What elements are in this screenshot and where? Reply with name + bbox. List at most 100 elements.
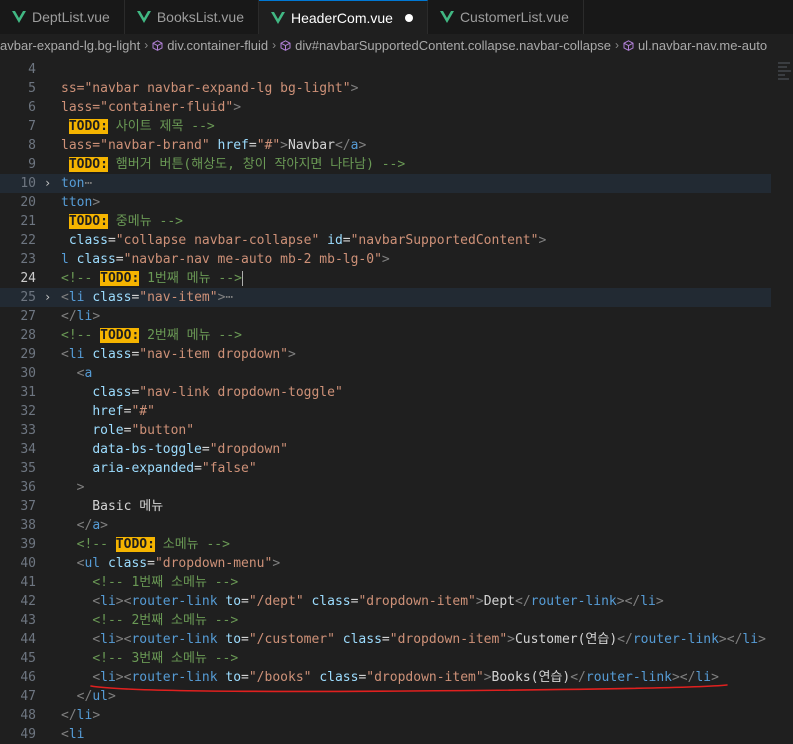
unsaved-dot-icon[interactable] <box>404 13 413 22</box>
line-number: 7 <box>28 119 36 134</box>
code-line[interactable]: 23 l class="navbar-nav me-auto mb-2 mb-lg… <box>0 250 771 269</box>
code-token: < <box>92 594 101 609</box>
code-token: < <box>61 290 69 305</box>
code-line[interactable]: 33 role="button" <box>0 421 771 440</box>
code-line[interactable]: 27 </li> <box>0 307 771 326</box>
code-token: > <box>711 670 719 685</box>
tab-customerlist[interactable]: CustomerList.vue <box>428 0 584 34</box>
code-text: tton> <box>61 193 100 212</box>
code-token: "dropdown-item" <box>389 632 508 647</box>
code-line[interactable]: 40 <ul class="dropdown-menu"> <box>0 554 771 573</box>
code-line[interactable]: 35 aria-expanded="false" <box>0 459 771 478</box>
code-line[interactable]: 36 > <box>0 478 771 497</box>
code-line[interactable]: 30 <a <box>0 364 771 383</box>
code-token: > <box>92 708 101 723</box>
code-line[interactable]: 37 Basic 메뉴 <box>0 497 771 516</box>
code-line[interactable]: 5 ss="navbar navbar-expand-lg bg-light"> <box>0 79 771 98</box>
code-token: li <box>76 309 93 324</box>
code-token: <!-- 1번째 소메뉴 --> <box>92 575 239 590</box>
line-number: 48 <box>20 708 36 723</box>
code-line[interactable]: 46 <li><router-link to="/books" class="d… <box>0 668 771 687</box>
code-line[interactable]: 42 <li><router-link to="/dept" class="dr… <box>0 592 771 611</box>
code-token: lass="container-fluid" <box>61 100 234 115</box>
tab-headercom[interactable]: HeaderCom.vue <box>259 0 428 34</box>
code-token: > <box>507 632 515 647</box>
breadcrumb-item[interactable]: div.container-fluid <box>152 38 268 53</box>
code-token: > <box>92 195 101 210</box>
code-line[interactable]: 34 data-bs-toggle="dropdown" <box>0 440 771 459</box>
code-line[interactable]: 10 › ton⋯ <box>0 174 771 193</box>
code-line[interactable]: 6 lass="container-fluid"> <box>0 98 771 117</box>
code-token: > <box>655 594 664 609</box>
code-line[interactable]: 8 lass="navbar-brand" href="#">Navbar</a> <box>0 136 771 155</box>
breadcrumb-item[interactable]: div#navbarSupportedContent.collapse.navb… <box>280 38 611 53</box>
code-line[interactable]: 39 <!-- TODO: 소메뉴 --> <box>0 535 771 554</box>
fold-chevron-icon[interactable]: › <box>44 288 51 307</box>
tab-label: BooksList.vue <box>156 9 244 25</box>
code-token: <!-- <box>61 271 101 286</box>
line-number: 29 <box>20 347 36 362</box>
code-line[interactable]: 44 <li><router-link to="/customer" class… <box>0 630 771 649</box>
code-line[interactable]: 9 TODO: 햄버거 버튼(해상도, 창이 작아지면 나타남) --> <box>0 155 771 174</box>
code-line[interactable]: 49 <li <box>0 725 771 744</box>
chevron-right-icon: › <box>614 38 619 52</box>
code-text: <!-- 1번째 소메뉴 --> <box>61 573 238 592</box>
code-line[interactable]: 32 href="#" <box>0 402 771 421</box>
code-line[interactable]: 22 class="collapse navbar-collapse" id="… <box>0 231 771 250</box>
code-line[interactable]: 28 <!-- TODO: 2번째 메뉴 --> <box>0 326 771 345</box>
fold-chevron-icon[interactable]: › <box>44 174 51 193</box>
code-line[interactable]: 45 <!-- 3번째 소메뉴 --> <box>0 649 771 668</box>
code-token: l <box>61 252 69 267</box>
code-token: > <box>76 480 85 495</box>
code-token: "false" <box>201 461 257 476</box>
code-token: = <box>248 138 257 153</box>
code-token: li <box>742 632 759 647</box>
code-text: <li class="nav-item dropdown"> <box>61 345 296 364</box>
vue-file-icon <box>439 11 454 23</box>
code-token: li <box>640 594 656 609</box>
breadcrumb-item[interactable]: avbar-expand-lg.bg-light <box>0 38 140 53</box>
code-line[interactable]: 31 class="nav-link dropdown-toggle" <box>0 383 771 402</box>
code-token: li <box>68 347 85 362</box>
todo-highlight: TODO: <box>100 328 140 343</box>
code-text: ss="navbar navbar-expand-lg bg-light"> <box>61 79 358 98</box>
code-editor[interactable]: 4 5 ss="navbar navbar-expand-lg bg-light">… <box>0 60 793 742</box>
code-token: </ <box>76 689 93 704</box>
code-line[interactable]: 48 </li> <box>0 706 771 725</box>
code-line[interactable]: 20 tton> <box>0 193 771 212</box>
code-token: "/dept" <box>248 594 304 609</box>
code-token: = <box>241 670 249 685</box>
code-line[interactable]: 24 <!-- TODO: 1번째 메뉴 --> <box>0 269 771 288</box>
tab-deptlist[interactable]: DeptList.vue <box>0 0 125 34</box>
code-line[interactable]: 43 <!-- 2번째 소메뉴 --> <box>0 611 771 630</box>
code-line[interactable]: 25 › <li class="nav-item">⋯ <box>0 288 771 307</box>
code-text: TODO: 중메뉴 --> <box>61 212 183 231</box>
code-token: = <box>147 556 155 571</box>
code-token: 중메뉴 --> <box>107 214 183 229</box>
code-token: </ <box>61 708 77 723</box>
breadcrumb-item[interactable]: ul.navbar-nav.me-auto <box>623 38 767 53</box>
line-number: 30 <box>20 366 36 381</box>
code-token: router-link <box>530 594 617 609</box>
code-line[interactable]: 41 <!-- 1번째 소메뉴 --> <box>0 573 771 592</box>
code-line[interactable]: 7 TODO: 사이트 제목 --> <box>0 117 771 136</box>
code-token: "dropdown-menu" <box>154 556 273 571</box>
tab-bookslist[interactable]: BooksList.vue <box>125 0 259 34</box>
code-text: <li <box>61 725 84 744</box>
code-line[interactable]: 29 <li class="nav-item dropdown"> <box>0 345 771 364</box>
code-text: <a <box>61 364 93 383</box>
code-line[interactable]: 21 TODO: 중메뉴 --> <box>0 212 771 231</box>
code-token: "button" <box>131 423 195 438</box>
code-line[interactable]: 4 <box>0 60 771 79</box>
code-token: > <box>288 347 296 362</box>
code-text: <ul class="dropdown-menu"> <box>61 554 281 573</box>
code-line[interactable]: 47 </ul> <box>0 687 771 706</box>
line-number: 25 <box>20 290 36 305</box>
line-number: 36 <box>20 480 36 495</box>
element-cube-icon <box>623 39 634 51</box>
code-token: ></ <box>718 632 743 647</box>
code-line[interactable]: 38 </a> <box>0 516 771 535</box>
minimap[interactable] <box>776 56 793 733</box>
